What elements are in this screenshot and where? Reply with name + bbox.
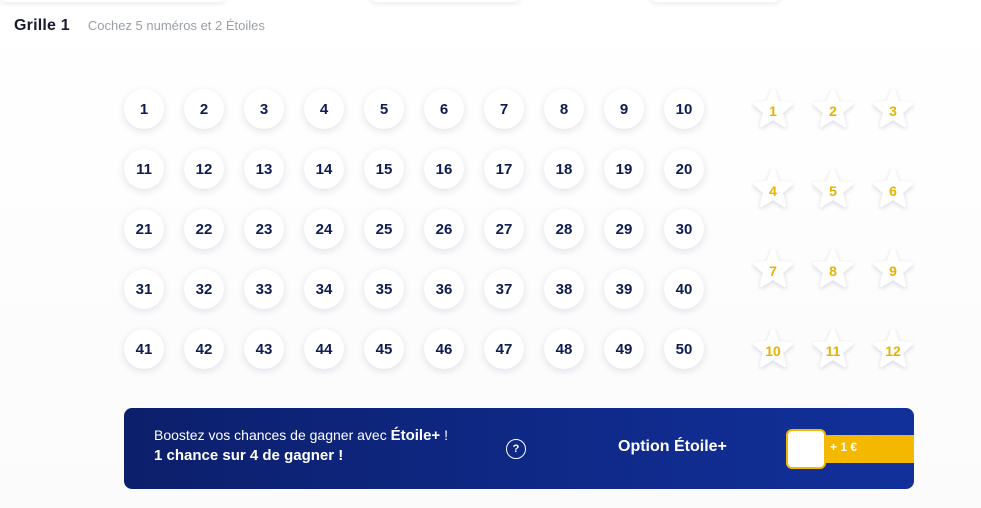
number-ball-8[interactable]: 8	[544, 89, 584, 129]
number-ball-5[interactable]: 5	[364, 89, 404, 129]
top-tab-shadow	[650, 0, 780, 2]
number-ball-7[interactable]: 7	[484, 89, 524, 129]
option-etoile-plus-label: Option Étoile+	[618, 438, 727, 455]
number-ball-15[interactable]: 15	[364, 149, 404, 189]
grid-header: Grille 1 Cochez 5 numéros et 2 Étoiles	[14, 17, 265, 35]
number-ball-49[interactable]: 49	[604, 329, 644, 369]
top-tab-shadow	[0, 0, 226, 2]
banner-promo-prefix: Boostez vos chances de gagner avec	[154, 427, 391, 443]
banner-promo-text: Boostez vos chances de gagner avec Étoil…	[154, 427, 448, 444]
star-1[interactable]: 1	[751, 87, 795, 131]
number-ball-29[interactable]: 29	[604, 209, 644, 249]
number-ball-17[interactable]: 17	[484, 149, 524, 189]
number-ball-28[interactable]: 28	[544, 209, 584, 249]
star-number: 7	[769, 262, 777, 279]
number-ball-24[interactable]: 24	[304, 209, 344, 249]
number-ball-50[interactable]: 50	[664, 329, 704, 369]
number-ball-42[interactable]: 42	[184, 329, 224, 369]
number-ball-2[interactable]: 2	[184, 89, 224, 129]
option-checkbox[interactable]	[786, 429, 826, 469]
star-number: 10	[765, 342, 781, 359]
grid-page: Grille 1 Cochez 5 numéros et 2 Étoiles 1…	[0, 0, 981, 508]
star-number: 9	[889, 262, 897, 279]
star-10[interactable]: 10	[751, 327, 795, 371]
number-ball-4[interactable]: 4	[304, 89, 344, 129]
number-ball-45[interactable]: 45	[364, 329, 404, 369]
number-ball-40[interactable]: 40	[664, 269, 704, 309]
number-ball-47[interactable]: 47	[484, 329, 524, 369]
number-ball-44[interactable]: 44	[304, 329, 344, 369]
star-3[interactable]: 3	[871, 87, 915, 131]
star-number: 3	[889, 102, 897, 119]
number-ball-33[interactable]: 33	[244, 269, 284, 309]
number-ball-10[interactable]: 10	[664, 89, 704, 129]
number-ball-6[interactable]: 6	[424, 89, 464, 129]
number-ball-35[interactable]: 35	[364, 269, 404, 309]
banner-brand: Étoile+	[390, 427, 441, 444]
grid-instruction: Cochez 5 numéros et 2 Étoiles	[87, 18, 265, 33]
number-ball-3[interactable]: 3	[244, 89, 284, 129]
number-ball-27[interactable]: 27	[484, 209, 524, 249]
star-number: 1	[769, 102, 777, 119]
number-ball-12[interactable]: 12	[184, 149, 224, 189]
number-ball-41[interactable]: 41	[124, 329, 164, 369]
star-number: 5	[829, 182, 837, 199]
number-ball-13[interactable]: 13	[244, 149, 284, 189]
star-number: 4	[769, 182, 777, 199]
number-ball-21[interactable]: 21	[124, 209, 164, 249]
number-grid: 1 2 3 4 5 6 7 8 9 10 11 12 13 14 15 16 17 18 19 20 21 22 23 24 2…	[124, 89, 704, 369]
star-number: 11	[825, 342, 841, 359]
question-mark-icon[interactable]: ?	[506, 439, 526, 459]
number-ball-22[interactable]: 22	[184, 209, 224, 249]
number-ball-31[interactable]: 31	[124, 269, 164, 309]
number-ball-30[interactable]: 30	[664, 209, 704, 249]
number-ball-34[interactable]: 34	[304, 269, 344, 309]
star-12[interactable]: 12	[871, 327, 915, 371]
number-ball-20[interactable]: 20	[664, 149, 704, 189]
star-7[interactable]: 7	[751, 247, 795, 291]
number-ball-9[interactable]: 9	[604, 89, 644, 129]
star-number: 12	[885, 342, 901, 359]
number-ball-1[interactable]: 1	[124, 89, 164, 129]
banner-promo-suffix: !	[440, 427, 448, 443]
number-ball-26[interactable]: 26	[424, 209, 464, 249]
top-tab-shadow	[370, 0, 520, 2]
star-5[interactable]: 5	[811, 167, 855, 211]
option-price: + 1 €	[830, 440, 858, 454]
number-ball-23[interactable]: 23	[244, 209, 284, 249]
number-ball-14[interactable]: 14	[304, 149, 344, 189]
number-ball-25[interactable]: 25	[364, 209, 404, 249]
number-ball-19[interactable]: 19	[604, 149, 644, 189]
number-ball-37[interactable]: 37	[484, 269, 524, 309]
number-ball-32[interactable]: 32	[184, 269, 224, 309]
number-ball-46[interactable]: 46	[424, 329, 464, 369]
star-grid: 1 2 3 4 5 6 7 8 9 10 11 12	[751, 87, 915, 371]
number-ball-16[interactable]: 16	[424, 149, 464, 189]
star-11[interactable]: 11	[811, 327, 855, 371]
number-ball-38[interactable]: 38	[544, 269, 584, 309]
number-ball-43[interactable]: 43	[244, 329, 284, 369]
number-ball-48[interactable]: 48	[544, 329, 584, 369]
star-6[interactable]: 6	[871, 167, 915, 211]
star-number: 6	[889, 182, 897, 199]
star-2[interactable]: 2	[811, 87, 855, 131]
number-ball-39[interactable]: 39	[604, 269, 644, 309]
number-ball-18[interactable]: 18	[544, 149, 584, 189]
number-ball-36[interactable]: 36	[424, 269, 464, 309]
star-8[interactable]: 8	[811, 247, 855, 291]
option-etoile-plus-toggle[interactable]: + 1 €	[786, 429, 914, 469]
etoile-plus-banner: Boostez vos chances de gagner avec Étoil…	[124, 408, 914, 489]
star-9[interactable]: 9	[871, 247, 915, 291]
star-number: 2	[829, 102, 837, 119]
banner-odds-text: 1 chance sur 4 de gagner !	[154, 447, 344, 464]
grid-title: Grille 1	[14, 17, 70, 34]
star-4[interactable]: 4	[751, 167, 795, 211]
star-number: 8	[829, 262, 837, 279]
number-ball-11[interactable]: 11	[124, 149, 164, 189]
